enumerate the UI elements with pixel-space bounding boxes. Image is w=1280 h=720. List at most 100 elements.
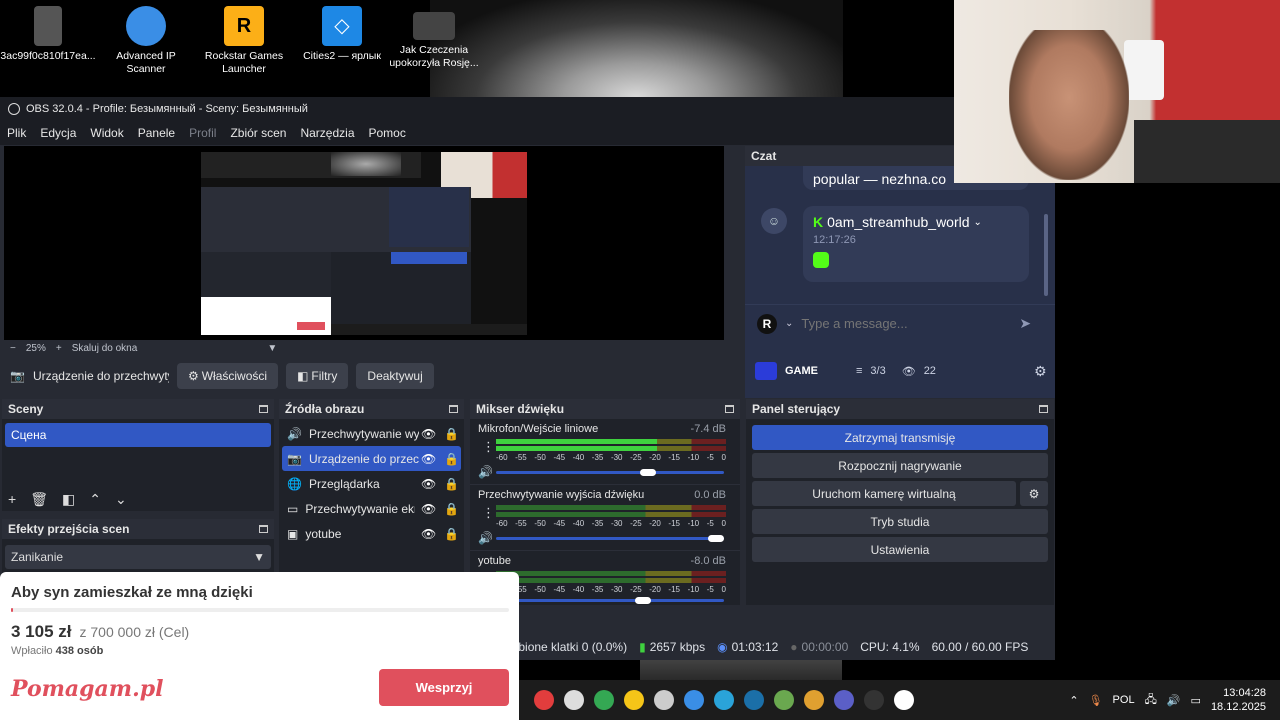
send-icon[interactable]: ➤ (1019, 315, 1031, 332)
source-item[interactable]: 🔊 Przechwytywanie wyjś 👁 🔒 (279, 421, 464, 446)
source-name: Urządzenie do przech (308, 451, 419, 466)
speaker-icon[interactable]: 🔊 (478, 531, 493, 545)
volume-slider[interactable] (496, 535, 724, 542)
speaker-icon[interactable]: 🔊 (478, 465, 493, 479)
chevron-down-icon[interactable]: ⌄ (115, 491, 127, 508)
add-icon[interactable]: + (8, 491, 16, 508)
lock-icon[interactable]: 🔒 (444, 502, 459, 516)
zoom-in-button[interactable]: + (56, 343, 62, 354)
battery-icon[interactable]: ▭ (1191, 694, 1201, 707)
gear-icon[interactable]: ⚙ (1034, 363, 1047, 380)
undock-icon[interactable] (1039, 405, 1048, 413)
desktop-icon-ip-scanner[interactable]: Advanced IP Scanner (98, 4, 194, 76)
compass-icon[interactable] (564, 690, 584, 710)
deactivate-button[interactable]: Deaktywuj (356, 363, 434, 389)
steam-icon[interactable] (744, 690, 764, 710)
chevron-down-icon[interactable]: ⌄ (785, 318, 793, 329)
kebab-menu-icon[interactable]: ⋮ (482, 439, 495, 455)
obs-icon[interactable] (864, 690, 884, 710)
microphone-icon[interactable]: 🎙 (1089, 694, 1103, 707)
avatar: ☺ (761, 208, 787, 234)
menu-item-plik[interactable]: Plik (0, 126, 33, 140)
account-letter[interactable]: R (757, 313, 777, 334)
menu-item-widok[interactable]: Widok (83, 126, 130, 140)
volume-knob[interactable] (635, 597, 652, 604)
chat-scrollbar[interactable] (1044, 214, 1048, 296)
chevron-down-icon[interactable]: ⌄ (974, 217, 982, 228)
studio-mode-button[interactable]: Tryb studia (752, 509, 1048, 534)
source-item[interactable]: ▭ Przechwytywanie ekra 👁 🔒 (279, 496, 464, 521)
menu-item-profil[interactable]: Profil (182, 126, 223, 140)
eye-icon[interactable]: 👁 (421, 502, 436, 516)
network-icon[interactable]: 🖧 (1145, 691, 1157, 710)
desktop-icon-cities2[interactable]: ◇ Cities2 — ярлык (294, 4, 390, 63)
sources-dock: Źródła obrazu 🔊 Przechwytywanie wyjś 👁 🔒 📷 U… (279, 399, 464, 575)
source-item[interactable]: ▣ yotube 👁 🔒 (279, 521, 464, 546)
eye-icon[interactable]: 👁 (421, 452, 436, 466)
menu-item-edycja[interactable]: Edycja (33, 126, 83, 140)
volume-knob[interactable] (708, 535, 724, 542)
photos-icon[interactable] (714, 690, 734, 710)
media-icon: ▣ (287, 526, 299, 541)
transition-select[interactable]: Zanikanie ▼ (5, 545, 271, 569)
eye-icon[interactable]: 👁 (421, 427, 436, 441)
chevron-up-icon[interactable]: ⌃ (89, 491, 101, 508)
undock-icon[interactable] (449, 405, 458, 413)
kebab-menu-icon[interactable]: ⋮ (482, 505, 495, 521)
stop-stream-button[interactable]: Zatrzymaj transmisję (752, 425, 1048, 450)
start-record-button[interactable]: Rozpocznij nagrywanie (752, 453, 1048, 478)
lock-icon[interactable]: 🔒 (444, 527, 459, 541)
chat-input[interactable] (801, 316, 1012, 331)
chrome-icon[interactable] (594, 690, 614, 710)
teams-icon[interactable] (834, 690, 854, 710)
eye-icon[interactable]: 👁 (421, 527, 436, 541)
menu-item-zbior-scen[interactable]: Zbiór scen (223, 126, 293, 140)
language-indicator[interactable]: POL (1113, 694, 1135, 706)
rockstar-icon[interactable] (534, 690, 554, 710)
undock-icon[interactable] (259, 405, 268, 413)
star-app-icon[interactable] (624, 690, 644, 710)
volume-slider[interactable] (496, 597, 724, 604)
lock-icon[interactable]: 🔒 (444, 477, 459, 491)
yandex-icon[interactable] (894, 690, 914, 710)
menu-item-pomoc[interactable]: Pomoc (362, 126, 413, 140)
volume-slider[interactable] (496, 469, 724, 476)
chevron-down-icon[interactable]: ▼ (267, 343, 277, 354)
zoom-fit-select[interactable]: Skaluj do okna (72, 343, 138, 354)
chat-username[interactable]: 0am_streamhub_world (827, 214, 969, 230)
eye-icon[interactable]: 👁 (421, 477, 436, 491)
clock[interactable]: 13:04:28 18.12.2025 (1211, 686, 1266, 714)
preview-canvas[interactable] (4, 146, 724, 340)
desktop-icon-file[interactable]: 3ac99f0c810f17ea... (0, 4, 96, 63)
chevron-up-icon[interactable]: ⌃ (1069, 694, 1078, 707)
settings-button[interactable]: Ustawienia (752, 537, 1048, 562)
volume-icon[interactable]: 🔊 (1167, 694, 1181, 707)
volume-knob[interactable] (639, 469, 656, 476)
chat-footer: GAME ≡ 3/3 👁 22 ⚙ (745, 354, 1055, 388)
filters-button[interactable]: ◧ Filtry (286, 363, 349, 389)
menu-item-panele[interactable]: Panele (131, 126, 182, 140)
box-icon[interactable] (654, 690, 674, 710)
lock-icon[interactable]: 🔒 (444, 452, 459, 466)
trash-icon[interactable]: 🗑 (30, 491, 48, 508)
meter-tick: -50 (534, 585, 546, 594)
source-item[interactable]: 🌐 Przeglądarka 👁 🔒 (279, 471, 464, 496)
scene-item[interactable]: Сцена (5, 423, 271, 447)
menu-item-narzedzia[interactable]: Narzędzia (293, 126, 361, 140)
desktop-icon-rockstar[interactable]: R Rockstar Games Launcher (196, 4, 292, 76)
network-scanner-icon[interactable] (684, 690, 704, 710)
virtual-camera-button[interactable]: Uruchom kamerę wirtualną (752, 481, 1016, 506)
media-player-icon[interactable] (804, 690, 824, 710)
gear-icon[interactable]: ⚙ (1020, 481, 1048, 506)
filter-icon[interactable]: ◧ (62, 491, 75, 508)
source-item-selected[interactable]: 📷 Urządzenie do przech 👁 🔒 (282, 446, 461, 471)
properties-button[interactable]: ⚙ Właściwości (176, 363, 279, 389)
dock-header: Źródła obrazu (279, 399, 464, 419)
minecraft-icon[interactable] (774, 690, 794, 710)
support-button[interactable]: Wesprzyj (379, 669, 509, 706)
undock-icon[interactable] (259, 525, 268, 533)
undock-icon[interactable] (725, 405, 734, 413)
lock-icon[interactable]: 🔒 (444, 427, 459, 441)
desktop-icon-video[interactable]: Jak Czeczenia upokorzyła Rosję... (386, 4, 482, 70)
zoom-out-button[interactable]: − (10, 343, 16, 354)
